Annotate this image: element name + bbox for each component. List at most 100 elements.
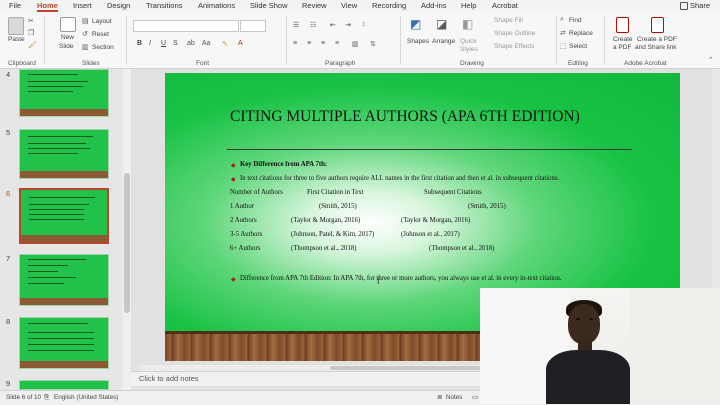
reset-button[interactable]: Reset bbox=[92, 31, 109, 38]
new-slide-icon[interactable] bbox=[60, 17, 76, 32]
section-icon[interactable]: ▥ bbox=[82, 43, 89, 51]
justify-icon[interactable]: ≡ bbox=[335, 40, 339, 47]
align-right-icon[interactable]: ≡ bbox=[321, 40, 325, 47]
columns-icon[interactable]: ▥ bbox=[352, 40, 359, 48]
table-cell: 2 Authors bbox=[230, 217, 257, 224]
col-header-authors: Number of Authors bbox=[230, 189, 283, 196]
slide-thumbnail[interactable] bbox=[19, 129, 109, 179]
language-status[interactable]: English (United States) bbox=[54, 394, 118, 401]
tab-slide-show[interactable]: Slide Show bbox=[250, 0, 288, 12]
share-label: Share bbox=[689, 1, 710, 10]
col-header-subsequent: Subsequent Citations bbox=[424, 189, 482, 196]
create-share-label-1[interactable]: Create a PDF bbox=[637, 36, 677, 43]
shape-outline-button[interactable]: Shape Outline bbox=[494, 30, 535, 37]
quick-styles-icon[interactable]: ◧ bbox=[462, 17, 473, 31]
align-left-icon[interactable]: ≡ bbox=[293, 40, 297, 47]
thumbnail-number: 5 bbox=[6, 128, 11, 137]
line-spacing-icon[interactable]: ↕ bbox=[362, 21, 366, 28]
tab-recording[interactable]: Recording bbox=[372, 0, 406, 12]
create-pdf-label-1[interactable]: Create bbox=[613, 36, 633, 43]
slide-thumbnail[interactable] bbox=[19, 380, 109, 390]
tab-transitions[interactable]: Transitions bbox=[146, 0, 182, 12]
change-case-icon[interactable]: Aa bbox=[202, 40, 211, 47]
layout-button[interactable]: Layout bbox=[92, 18, 112, 25]
font-family-dropdown[interactable] bbox=[133, 20, 239, 32]
tab-help[interactable]: Help bbox=[461, 0, 476, 12]
find-icon[interactable]: ⌕ bbox=[560, 16, 564, 24]
increase-indent-icon[interactable]: ⇥ bbox=[345, 21, 351, 29]
cut-icon[interactable]: ✂ bbox=[28, 17, 34, 25]
select-icon[interactable]: ⬚ bbox=[560, 42, 567, 50]
replace-icon[interactable]: ⇄ bbox=[560, 29, 566, 37]
new-slide-label-2[interactable]: Slide bbox=[59, 43, 73, 50]
section-button[interactable]: Section bbox=[92, 44, 114, 51]
shape-fill-button[interactable]: Shape Fill bbox=[494, 17, 523, 24]
font-size-dropdown[interactable] bbox=[240, 20, 266, 32]
slide-thumbnail[interactable] bbox=[19, 317, 109, 369]
table-cell: (Thompson et al., 2018) bbox=[429, 245, 495, 252]
tab-home[interactable]: Home bbox=[37, 0, 58, 12]
acrobat-group-label: Adobe Acrobat bbox=[624, 60, 667, 67]
replace-button[interactable]: Replace bbox=[569, 30, 593, 37]
tab-view[interactable]: View bbox=[341, 0, 357, 12]
paste-button-label[interactable]: Paste bbox=[8, 36, 25, 43]
copy-icon[interactable]: ❐ bbox=[28, 29, 34, 37]
notes-icon[interactable]: ≣ bbox=[437, 394, 442, 401]
tab-animations[interactable]: Animations bbox=[198, 0, 235, 12]
decrease-indent-icon[interactable]: ⇤ bbox=[330, 21, 336, 29]
slide-thumbnail[interactable] bbox=[19, 254, 109, 306]
new-slide-label-1[interactable]: New bbox=[61, 34, 74, 41]
table-cell: (Johnson, Patel, & Kim, 2017) bbox=[291, 231, 375, 238]
shape-effects-button[interactable]: Shape Effects bbox=[494, 43, 534, 50]
slide-thumbnail[interactable] bbox=[19, 69, 109, 117]
align-center-icon[interactable]: ≡ bbox=[307, 40, 311, 47]
comments-icon[interactable]: ▭ bbox=[472, 394, 478, 401]
tab-review[interactable]: Review bbox=[302, 0, 327, 12]
collapse-ribbon-icon[interactable]: ⌃ bbox=[708, 56, 714, 64]
highlight-color-icon[interactable]: ✎ bbox=[222, 40, 228, 48]
paste-icon[interactable] bbox=[8, 17, 24, 35]
arrange-button[interactable]: Arrange bbox=[432, 38, 455, 45]
arrange-icon[interactable]: ◪ bbox=[436, 17, 447, 31]
quick-styles-button[interactable]: Quick Styles bbox=[460, 38, 482, 54]
tab-file[interactable]: File bbox=[9, 0, 21, 12]
tab-acrobat[interactable]: Acrobat bbox=[492, 0, 518, 12]
create-share-pdf-icon[interactable] bbox=[651, 17, 664, 33]
text-direction-icon[interactable]: ⇅ bbox=[370, 40, 376, 48]
italic-button[interactable]: I bbox=[149, 40, 151, 47]
accessibility-icon[interactable]: ⎘ bbox=[44, 394, 49, 402]
character-spacing-icon[interactable]: ab bbox=[187, 40, 195, 47]
scrollbar-thumb[interactable] bbox=[124, 173, 130, 313]
create-share-label-2[interactable]: and Share link bbox=[635, 44, 677, 51]
notes-toggle[interactable]: Notes bbox=[446, 394, 462, 401]
col-header-first: First Citation in Text bbox=[307, 189, 364, 196]
shapes-icon[interactable]: ◩ bbox=[410, 17, 421, 31]
slide-title[interactable]: CITING MULTIPLE AUTHORS (APA 6TH EDITION… bbox=[230, 108, 650, 126]
editing-group-label: Editing bbox=[568, 60, 588, 67]
shapes-button[interactable]: Shapes bbox=[407, 38, 429, 45]
underline-button[interactable]: U bbox=[161, 40, 166, 47]
difference-text: Difference from APA 7th Edition: In APA … bbox=[240, 275, 562, 282]
numbering-icon[interactable]: ☷ bbox=[310, 21, 316, 29]
thumbnails-scrollbar[interactable] bbox=[123, 69, 131, 390]
tab-add-ins[interactable]: Add-ins bbox=[421, 0, 446, 12]
reset-icon[interactable]: ↺ bbox=[82, 30, 88, 38]
tab-insert[interactable]: Insert bbox=[73, 0, 92, 12]
layout-icon[interactable]: ▤ bbox=[82, 17, 89, 25]
table-cell: 1 Author bbox=[230, 203, 254, 210]
format-painter-icon[interactable]: 🖌 bbox=[28, 41, 37, 49]
create-pdf-icon[interactable] bbox=[616, 17, 629, 33]
bullets-icon[interactable]: ☰ bbox=[293, 21, 299, 29]
tab-design[interactable]: Design bbox=[107, 0, 130, 12]
notes-placeholder[interactable]: Click to add notes bbox=[139, 374, 199, 383]
share-button[interactable]: Share bbox=[679, 0, 710, 12]
table-cell: (Taylor & Morgan, 2016) bbox=[401, 217, 471, 224]
key-difference-heading: Key Difference from APA 7th: bbox=[240, 161, 328, 168]
select-button[interactable]: Select bbox=[569, 43, 587, 50]
font-color-icon[interactable]: A bbox=[238, 40, 243, 47]
create-pdf-label-2[interactable]: a PDF bbox=[613, 44, 631, 51]
slide-thumbnail-selected[interactable] bbox=[19, 188, 109, 244]
find-button[interactable]: Find bbox=[569, 17, 582, 24]
strikethrough-button[interactable]: S bbox=[173, 40, 178, 47]
bold-button[interactable]: B bbox=[137, 40, 142, 47]
